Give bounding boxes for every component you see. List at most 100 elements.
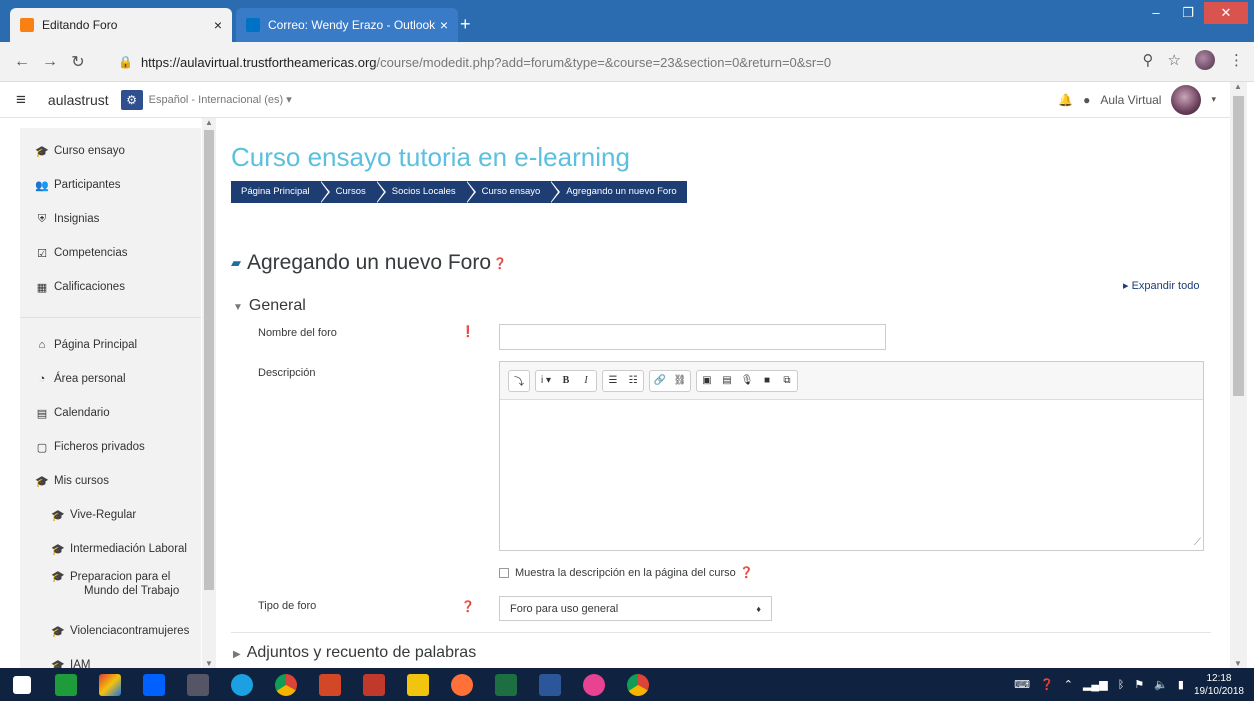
resize-handle-icon[interactable]: ⟋ (1194, 537, 1201, 548)
minimize-icon[interactable]: – (1140, 2, 1172, 24)
powerpoint-icon[interactable] (308, 668, 352, 701)
forum-name-input[interactable] (499, 324, 886, 350)
flag-icon[interactable]: ⚑ (1134, 678, 1144, 691)
chat-icon[interactable]: ● (1083, 93, 1090, 107)
sidebar-item-pagina-principal[interactable]: ⌂ Página Principal (20, 328, 201, 362)
section-general-header[interactable]: ▼ General (233, 297, 306, 315)
user-menu-caret-icon[interactable]: ▾ (1211, 94, 1216, 105)
chrome-icon[interactable] (264, 668, 308, 701)
sidebar-item-area-personal[interactable]: ◔ Área personal (20, 362, 201, 396)
menu-dots-icon[interactable]: ⋮ (1229, 51, 1244, 69)
language-menu[interactable]: Español - Internacional (es) ▾ (149, 93, 292, 106)
hamburger-menu-icon[interactable]: ≡ (16, 90, 26, 110)
italic-button[interactable]: I (576, 371, 596, 391)
chrome-active-icon[interactable] (616, 668, 660, 701)
new-tab-button[interactable]: + (460, 14, 471, 35)
forward-arrow-icon[interactable]: → (36, 53, 64, 71)
keyboard-icon[interactable]: ⌨ (1014, 678, 1030, 691)
file-explorer-icon[interactable] (396, 668, 440, 701)
tab-close-icon[interactable]: × (214, 17, 222, 33)
back-arrow-icon[interactable]: ← (8, 53, 36, 71)
window-close-icon[interactable]: ✕ (1204, 2, 1248, 24)
sidebar-item-curso-ensayo[interactable]: 🎓 Curso ensayo (20, 134, 201, 168)
record-audio-button[interactable]: 🎙 (737, 371, 757, 391)
sidebar-item-ficheros-privados[interactable]: ▢ Ficheros privados (20, 430, 201, 464)
tab-outlook[interactable]: Correo: Wendy Erazo - Outlook × (236, 8, 458, 42)
reader-app-icon[interactable] (352, 668, 396, 701)
forum-type-select[interactable]: Foro para uso general ♦ (499, 596, 772, 621)
record-video-button[interactable]: ■ (757, 371, 777, 391)
scroll-up-icon[interactable]: ▲ (1234, 82, 1242, 91)
sidebar-scrollbar[interactable]: ▲ ▼ (202, 118, 216, 668)
restore-icon[interactable]: ❐ (1172, 2, 1204, 24)
paragraph-style-button[interactable]: i ▾ (536, 371, 556, 391)
sidebar-item-competencias[interactable]: ☑ Competencias (20, 236, 201, 270)
word-icon[interactable] (528, 668, 572, 701)
profile-avatar[interactable] (1195, 50, 1215, 70)
breadcrumb: Página Principal Cursos Socios Locales C… (231, 181, 687, 203)
scroll-up-icon[interactable]: ▲ (205, 118, 213, 127)
breadcrumb-item[interactable]: Socios Locales (375, 181, 476, 203)
scrollbar-thumb[interactable] (204, 130, 214, 590)
zoom-icon[interactable]: ⚲ (1143, 51, 1154, 69)
image-button[interactable]: ▣ (697, 371, 717, 391)
expand-all-link[interactable]: ▸ Expandir todo (1123, 279, 1199, 292)
star-icon[interactable]: ☆ (1168, 51, 1181, 69)
sidebar-course-intermediacion[interactable]: 🎓 Intermediación Laboral (20, 532, 201, 566)
internet-explorer-icon[interactable] (220, 668, 264, 701)
help-tray-icon[interactable]: ❓ (1040, 678, 1054, 691)
cogs-icon[interactable]: ⚙ (120, 89, 143, 110)
caret-up-icon[interactable]: ⌃ (1064, 678, 1073, 691)
pen-tool-icon[interactable] (176, 668, 220, 701)
paint-app-icon[interactable] (88, 668, 132, 701)
sidebar-course-vive-regular[interactable]: 🎓 Vive-Regular (20, 498, 201, 532)
scrollbar-thumb[interactable] (1233, 96, 1244, 396)
windows-start-icon[interactable] (0, 668, 44, 701)
scroll-down-icon[interactable]: ▼ (1234, 659, 1242, 668)
user-name[interactable]: Aula Virtual (1100, 93, 1161, 107)
sidebar-item-participantes[interactable]: 👥 Participantes (20, 168, 201, 202)
show-description-checkbox[interactable] (499, 567, 509, 578)
sidebar-course-preparacion[interactable]: 🎓 Preparacion para el Mundo del Trabajo (20, 566, 201, 614)
link-button[interactable]: 🔗 (650, 371, 670, 391)
sidebar-item-calificaciones[interactable]: ▦ Calificaciones (20, 270, 201, 304)
firefox-icon[interactable] (440, 668, 484, 701)
help-icon[interactable]: ❓ (493, 257, 507, 270)
bluetooth-icon[interactable]: ᛒ (1118, 679, 1125, 691)
store-icon[interactable] (44, 668, 88, 701)
media-button[interactable]: ▤ (717, 371, 737, 391)
tab-editando-foro[interactable]: Editando Foro × (10, 8, 232, 42)
user-area: 🔔 ● Aula Virtual ▾ (1058, 84, 1216, 115)
reload-icon[interactable]: ↻ (64, 52, 92, 72)
sidebar-item-calendario[interactable]: ▤ Calendario (20, 396, 201, 430)
itunes-icon[interactable] (572, 668, 616, 701)
ordered-list-button[interactable]: ☷ (623, 371, 643, 391)
manage-files-button[interactable]: ⧉ (777, 371, 797, 391)
user-avatar[interactable] (1171, 84, 1202, 115)
section-attachments-header[interactable]: ▶ Adjuntos y recuento de palabras (233, 644, 476, 662)
site-brand[interactable]: aulastrust (48, 92, 109, 108)
clock[interactable]: 12:18 19/10/2018 (1194, 672, 1244, 698)
description-editor[interactable]: ⤵ i ▾ B I ☰ ☷ 🔗 ⛓ ▣ ▤ 🎙 ■ ⧉ ⟋ (499, 361, 1204, 551)
toolbar-toggle-button[interactable]: ⤵ (509, 371, 529, 391)
unordered-list-button[interactable]: ☰ (603, 371, 623, 391)
dropbox-icon[interactable] (132, 668, 176, 701)
sidebar-course-violencia[interactable]: 🎓 Violenciacontramujeres (20, 614, 201, 648)
excel-icon[interactable] (484, 668, 528, 701)
url-field[interactable]: 🔒 https://aulavirtual.trustfortheamerica… (118, 50, 1238, 74)
sidebar-item-label: Página Principal (54, 339, 138, 351)
volume-icon[interactable]: 🔈 (1154, 678, 1168, 691)
tab-close-icon[interactable]: × (440, 17, 448, 33)
unlink-button[interactable]: ⛓ (670, 371, 690, 391)
bell-icon[interactable]: 🔔 (1058, 93, 1073, 107)
breadcrumb-item[interactable]: Página Principal (231, 181, 330, 203)
breadcrumb-item[interactable]: Curso ensayo (465, 181, 560, 203)
help-icon[interactable]: ❓ (740, 566, 754, 579)
sidebar-item-mis-cursos[interactable]: 🎓 Mis cursos (20, 464, 201, 498)
sidebar-course-iam[interactable]: 🎓 IAM (20, 648, 201, 668)
page-scrollbar[interactable]: ▲ ▼ (1230, 82, 1247, 668)
sidebar-item-insignias[interactable]: ⛨ Insignias (20, 202, 201, 236)
bold-button[interactable]: B (556, 371, 576, 391)
help-icon[interactable]: ❓ (461, 600, 475, 613)
scroll-down-icon[interactable]: ▼ (205, 659, 213, 668)
